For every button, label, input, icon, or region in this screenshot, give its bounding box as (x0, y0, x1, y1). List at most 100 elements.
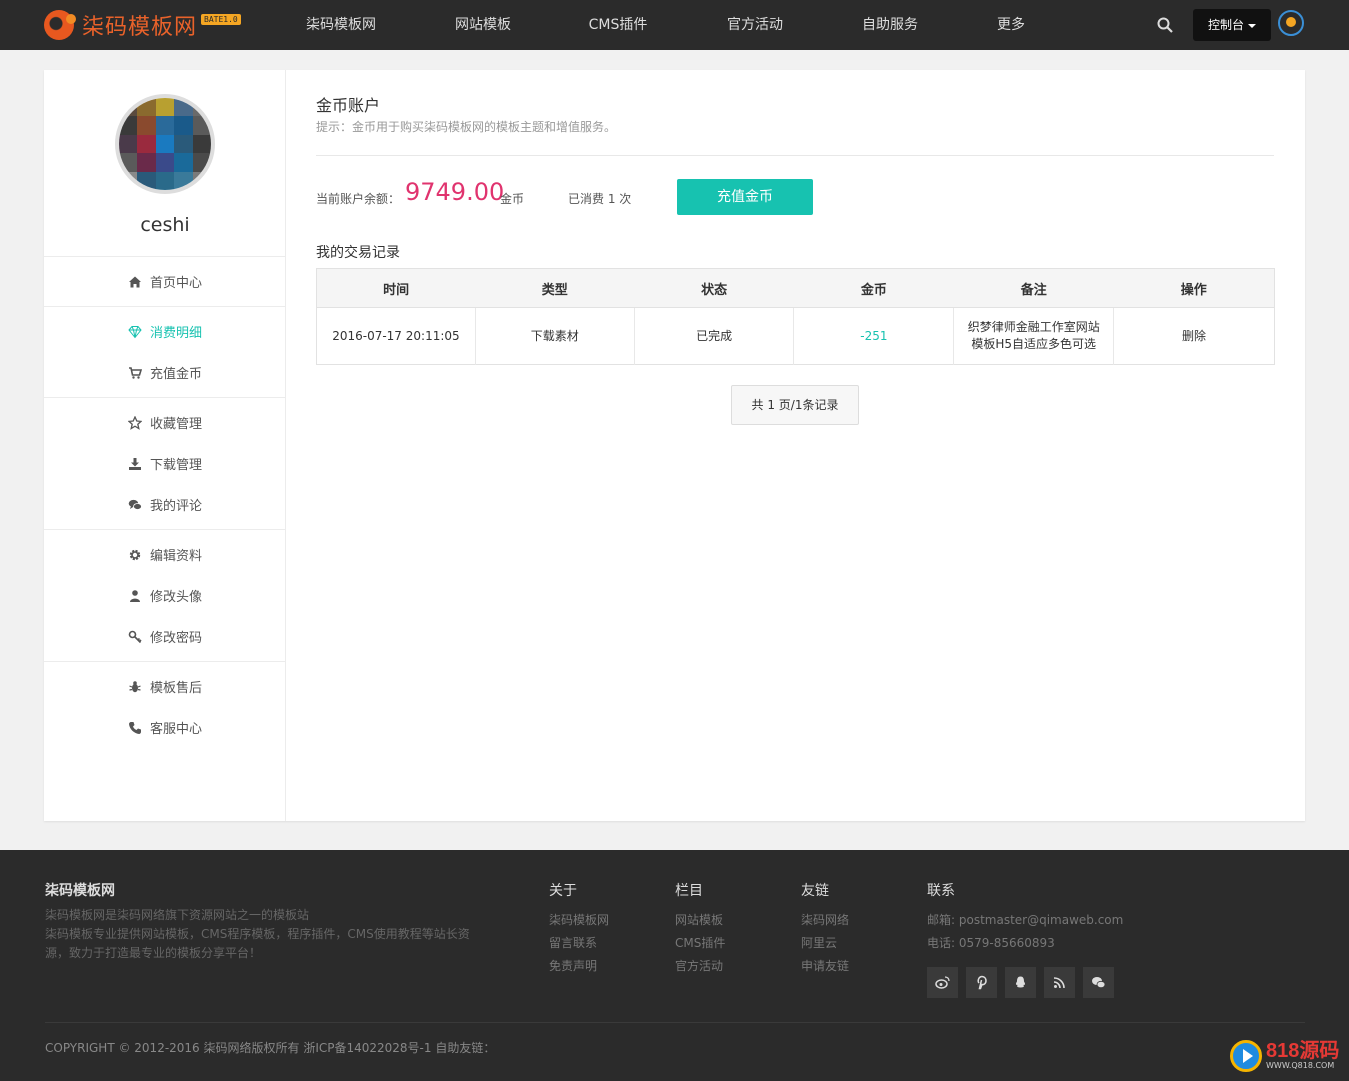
sidebar-item-label: 下载管理 (149, 458, 202, 473)
nav-item-templates[interactable]: 网站模板 (412, 0, 554, 50)
console-label: 控制台 (1207, 18, 1244, 32)
menu-group-support: 模板售后 客服中心 (44, 661, 286, 752)
sidebar-menu: 首页中心 消费明细 充值金币 收藏管理 下载管理 我的评论 编辑资料 修改头像 … (44, 256, 286, 752)
table-row: 2016-07-17 20:11:05 下载素材 已完成 -251 织梦律师金融… (316, 307, 1275, 365)
delete-link[interactable]: 删除 (1114, 308, 1275, 365)
footer-desc-line: 源，致力于打造最专业的模板分享平台！ (45, 946, 262, 960)
watermark-text: 818源码 WWW.Q818.COM (1266, 1041, 1339, 1071)
search-icon[interactable] (1156, 16, 1174, 34)
footer-link[interactable]: 网站模板 (675, 909, 725, 932)
sidebar-item-after-sales[interactable]: 模板售后 (44, 666, 286, 707)
download-icon (128, 457, 141, 470)
nav-item-activities[interactable]: 官方活动 (682, 0, 828, 50)
sidebar-item-label: 编辑资料 (149, 549, 202, 564)
sidebar-item-label: 客服中心 (149, 722, 202, 737)
pinterest-icon[interactable] (966, 967, 997, 998)
divider (316, 155, 1274, 156)
bug-icon (129, 680, 141, 692)
footer-col-about: 关于 柒码模板网 留言联系 免责声明 (549, 880, 609, 978)
cart-icon (128, 366, 142, 379)
footer-desc-line: 柒码模板网是柒码网络旗下资源网站之一的模板站 (45, 908, 310, 922)
user-icon (129, 589, 140, 602)
logo-text: 柒码模板网 (82, 15, 198, 40)
cell-time: 2016-07-17 20:11:05 (316, 307, 476, 365)
table-header-row: 时间 类型 状态 金币 备注 操作 (316, 268, 1275, 308)
sidebar-item-downloads[interactable]: 下载管理 (44, 443, 286, 484)
footer-description: 柒码模板网是柒码网络旗下资源网站之一的模板站 柒码模板专业提供网站模板，CMS程… (45, 906, 485, 963)
footer-link[interactable]: 阿里云 (801, 932, 849, 955)
nav-item-more[interactable]: 更多 (952, 0, 1070, 50)
social-links (927, 967, 1122, 998)
main-panel: ceshi 首页中心 消费明细 充值金币 收藏管理 下载管理 我的评论 编辑资料… (44, 70, 1305, 821)
balance-label: 当前账户余额： (316, 192, 401, 206)
sidebar-item-change-avatar[interactable]: 修改头像 (44, 575, 286, 616)
watermark-sub: WWW.Q818.COM (1266, 1061, 1335, 1070)
footer-link[interactable]: 柒码网络 (801, 909, 849, 932)
column-header-action: 操作 (1113, 268, 1275, 308)
footer-phone: 电话: 0579-85660893 (927, 936, 1055, 950)
sidebar-item-comments[interactable]: 我的评论 (44, 484, 286, 525)
records-title: 我的交易记录 (316, 245, 400, 261)
sidebar-item-customer-service[interactable]: 客服中心 (44, 707, 286, 748)
site-footer: 柒码模板网 柒码模板网是柒码网络旗下资源网站之一的模板站 柒码模板专业提供网站模… (0, 850, 1349, 1081)
page-title: 金币账户 (316, 96, 381, 115)
records-table: 时间 类型 状态 金币 备注 操作 2016-07-17 20:11:05 下载… (316, 268, 1275, 365)
sidebar-item-label: 消费明细 (149, 326, 202, 341)
sidebar-item-favorites[interactable]: 收藏管理 (44, 402, 286, 443)
footer-link[interactable]: 申请友链 (801, 955, 849, 978)
footer-link[interactable]: 免责声明 (549, 955, 609, 978)
logo-icon (44, 10, 76, 40)
page-tip: 提示：金币用于购买柒码模板网的模板主题和增值服务。 (316, 120, 617, 134)
footer-divider (45, 1022, 1305, 1023)
cell-note: 织梦律师金融工作室网站 模板H5自适应多色可选 (953, 307, 1115, 365)
home-icon (128, 276, 141, 287)
sidebar-item-label: 模板售后 (149, 681, 202, 696)
footer-email: 邮箱: postmaster@qimaweb.com (927, 913, 1124, 927)
watermark-logo: 818源码 WWW.Q818.COM (1230, 1040, 1339, 1072)
sidebar-item-change-password[interactable]: 修改密码 (44, 616, 286, 657)
header-avatar[interactable] (1278, 10, 1304, 36)
note-line: 织梦律师金融工作室网站 (967, 320, 1100, 334)
sidebar-item-edit-profile[interactable]: 编辑资料 (44, 534, 286, 575)
footer-link[interactable]: 留言联系 (549, 932, 609, 955)
balance-unit: 金币 (500, 192, 525, 206)
note-line: 模板H5自适应多色可选 (971, 337, 1097, 351)
footer-desc-line: 柒码模板专业提供网站模板，CMS程序模板，程序插件，CMS使用教程等站长资 (45, 927, 470, 941)
footer-col-title: 友链 (801, 883, 829, 899)
cell-type: 下载素材 (475, 307, 635, 365)
cell-status: 已完成 (634, 307, 795, 365)
top-navbar: 柒码模板网 BATE1.0 柒码模板网 网站模板 CMS插件 官方活动 自助服务… (0, 0, 1349, 50)
qq-icon[interactable] (1005, 967, 1036, 998)
star-icon (127, 415, 142, 430)
footer-col-title: 栏目 (675, 883, 703, 899)
nav-item-self-service[interactable]: 自助服务 (828, 0, 952, 50)
footer-col-friend-links: 友链 柒码网络 阿里云 申请友链 (801, 880, 849, 978)
menu-group-profile: 编辑资料 修改头像 修改密码 (44, 529, 286, 661)
key-icon (128, 630, 142, 643)
weibo-icon[interactable] (927, 967, 958, 998)
consumed-count: 已消费 1 次 (568, 192, 632, 206)
footer-link[interactable]: 柒码模板网 (549, 909, 609, 932)
rss-icon[interactable] (1044, 967, 1075, 998)
menu-group-home: 首页中心 (44, 256, 286, 306)
wechat-icon[interactable] (1083, 967, 1114, 998)
user-avatar[interactable] (115, 94, 215, 194)
recharge-button[interactable]: 充值金币 (677, 179, 813, 215)
footer-col-contact: 联系 邮箱: postmaster@qimaweb.com 电话: 0579-8… (927, 880, 1123, 955)
menu-group-coins: 消费明细 充值金币 (44, 306, 286, 397)
footer-link[interactable]: CMS插件 (675, 932, 725, 955)
balance-value: 9749.00 (405, 178, 505, 206)
diamond-icon (128, 325, 142, 338)
sidebar-item-label: 收藏管理 (149, 417, 202, 432)
console-dropdown-button[interactable]: 控制台 (1193, 9, 1271, 41)
sidebar-item-recharge[interactable]: 充值金币 (44, 352, 286, 393)
sidebar-item-home[interactable]: 首页中心 (44, 261, 286, 302)
sidebar-item-consumption[interactable]: 消费明细 (44, 311, 286, 352)
nav-item-cms-plugins[interactable]: CMS插件 (554, 0, 682, 50)
play-icon (1230, 1040, 1262, 1072)
column-header-coin: 金币 (793, 268, 954, 308)
site-logo[interactable]: 柒码模板网 BATE1.0 (44, 8, 241, 42)
copyright: COPYRIGHT © 2012-2016 柒码网络版权所有 浙ICP备1402… (45, 1041, 496, 1055)
footer-link[interactable]: 官方活动 (675, 955, 725, 978)
nav-item-home[interactable]: 柒码模板网 (270, 0, 412, 50)
